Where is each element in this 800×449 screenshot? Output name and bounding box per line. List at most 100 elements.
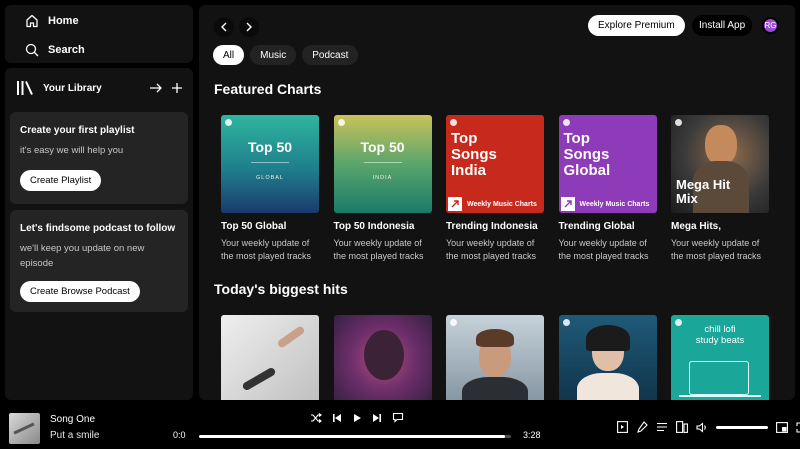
spotify-icon: [675, 119, 682, 126]
artist-photo: [705, 125, 737, 165]
repeat-icon[interactable]: [392, 412, 404, 423]
spotify-icon: [450, 319, 457, 326]
forward-button[interactable]: [239, 17, 259, 37]
featured-charts-row: Top 50 GLOBAL Top 50 Global Your weekly …: [221, 115, 769, 262]
card-description: we'll keep you update on new episode: [20, 243, 145, 269]
playlist-name[interactable]: Trending Indonesia: [446, 221, 544, 233]
fullscreen-icon[interactable]: [796, 421, 800, 433]
extra-controls: [617, 421, 800, 433]
playlist-tile[interactable]: chill lofi study beats: [671, 315, 769, 400]
library-icon[interactable]: [16, 80, 34, 96]
playlist-name[interactable]: Trending Global: [559, 221, 657, 233]
badge-label: Weekly Music Charts: [467, 200, 537, 208]
cover-title: chill lofi study beats: [695, 324, 745, 346]
now-playing-title[interactable]: Song One: [50, 414, 95, 425]
playlist-tile[interactable]: [221, 315, 319, 400]
biggest-hits-row: chill lofi study beats: [221, 315, 769, 400]
now-playing-artist[interactable]: Put a smile: [50, 430, 99, 441]
playlist-tile[interactable]: Top Songs India Weekly Music Charts Tren…: [446, 115, 544, 262]
nav-home[interactable]: Home: [5, 6, 193, 35]
spotify-icon: [337, 119, 345, 126]
card-title: Let's findsome podcast to follow: [20, 223, 176, 234]
chevron-left-icon: [221, 22, 227, 32]
explore-premium-button[interactable]: Explore Premium: [588, 15, 685, 36]
cover-subtitle: GLOBAL: [255, 175, 284, 181]
playlist-tile[interactable]: [333, 315, 432, 400]
cover-art: [333, 315, 432, 400]
filter-chips: All Music Podcast: [213, 45, 364, 65]
chip-podcast[interactable]: Podcast: [302, 45, 359, 65]
playback-controls: [310, 412, 414, 423]
volume-slider[interactable]: [716, 425, 768, 429]
playlist-description: Your weekly update of the most played tr…: [333, 238, 424, 261]
create-playlist-button[interactable]: Create Playlist: [20, 170, 102, 191]
avatar[interactable]: RG: [762, 17, 779, 34]
nav-home-label: Home: [48, 14, 79, 27]
badge-label: Weekly Music Charts: [579, 200, 650, 208]
volume-icon[interactable]: [696, 421, 708, 433]
now-playing-cover[interactable]: [9, 413, 40, 444]
library-panel: Your Library Create your first playlist …: [5, 68, 193, 400]
cover-art: Mega Hit Mix: [671, 115, 769, 213]
playlist-tile[interactable]: Mega Hit Mix Mega Hits, Your weekly upda…: [671, 115, 769, 262]
library-title[interactable]: Your Library: [43, 83, 141, 94]
browse-podcast-card: Let's findsome podcast to follow we'll k…: [10, 210, 188, 312]
expand-arrow-icon[interactable]: [149, 82, 163, 94]
now-playing-view-icon[interactable]: [617, 421, 628, 433]
spotify-icon: [562, 119, 570, 126]
spotify-icon: [225, 119, 232, 126]
playlist-description: Your weekly update of the most played tr…: [221, 238, 312, 261]
plus-icon[interactable]: [171, 82, 183, 94]
cover-art: chill lofi study beats: [671, 315, 769, 400]
cover-art: Top 50 GLOBAL: [221, 115, 319, 213]
play-icon[interactable]: [352, 413, 362, 423]
next-icon[interactable]: [372, 413, 382, 423]
nav-search[interactable]: Search: [5, 35, 193, 63]
card-description: it's easy we will help you: [20, 145, 124, 156]
playlist-description: Your weekly update of the most played tr…: [558, 238, 649, 261]
spotify-icon: [562, 319, 570, 326]
cover-art: Top 50 INDIA: [333, 115, 432, 213]
mini-player-icon[interactable]: [776, 421, 788, 433]
app-window: Home Search Your Library Create your fir…: [0, 0, 800, 449]
playlist-name[interactable]: Mega Hits,: [671, 221, 769, 233]
playlist-name[interactable]: Top 50 Global: [221, 221, 319, 233]
featured-charts-heading: Featured Charts: [214, 81, 322, 97]
create-playlist-card: Create your first playlist it's easy we …: [10, 112, 188, 204]
home-icon: [26, 14, 38, 27]
top-bar: Explore Premium Install App RG: [199, 5, 795, 45]
library-header: Your Library: [5, 68, 193, 108]
playlist-tile[interactable]: [558, 315, 657, 400]
progress-bar[interactable]: [199, 435, 511, 438]
playlist-tile[interactable]: Top 50 GLOBAL Top 50 Global Your weekly …: [221, 115, 319, 262]
queue-icon[interactable]: [656, 422, 668, 432]
chip-all[interactable]: All: [213, 45, 245, 65]
install-app-button[interactable]: Install App: [692, 15, 753, 36]
playlist-name[interactable]: Top 50 Indonesia: [334, 221, 432, 233]
playlist-tile[interactable]: Top 50 INDIA Top 50 Indonesia Your weekl…: [333, 115, 432, 262]
chip-music[interactable]: Music: [250, 45, 297, 65]
previous-icon[interactable]: [332, 413, 342, 423]
connect-device-icon[interactable]: [676, 421, 688, 433]
cover-subtitle: INDIA: [372, 175, 393, 181]
mic-icon[interactable]: [636, 421, 648, 433]
shuffle-icon[interactable]: [310, 412, 322, 423]
playlist-tile[interactable]: Top Songs Global Weekly Music Charts Tre…: [558, 115, 657, 262]
cover-art: Top Songs Global Weekly Music Charts: [558, 115, 657, 213]
todays-biggest-hits-heading: Today's biggest hits: [214, 281, 348, 297]
cover-art: Top Songs India Weekly Music Charts: [446, 115, 544, 213]
weekly-charts-badge: Weekly Music Charts: [446, 195, 544, 213]
chevron-right-icon: [246, 22, 252, 32]
playlist-description: Your weekly update of the most played tr…: [446, 238, 537, 261]
cover-title: Top 50: [360, 139, 405, 155]
trend-arrow-icon: [560, 197, 575, 211]
cover-art: [221, 315, 319, 400]
playlist-tile[interactable]: [446, 315, 544, 400]
cover-title: Mega Hit Mix: [676, 177, 731, 206]
back-button[interactable]: [214, 17, 234, 37]
playlist-description: Your weekly update of the most played tr…: [671, 238, 762, 261]
cover-art: [558, 315, 657, 400]
browse-podcast-button[interactable]: Create Browse Podcast: [20, 281, 140, 302]
cover-title: Top 50: [247, 139, 293, 155]
search-icon: [25, 43, 39, 56]
